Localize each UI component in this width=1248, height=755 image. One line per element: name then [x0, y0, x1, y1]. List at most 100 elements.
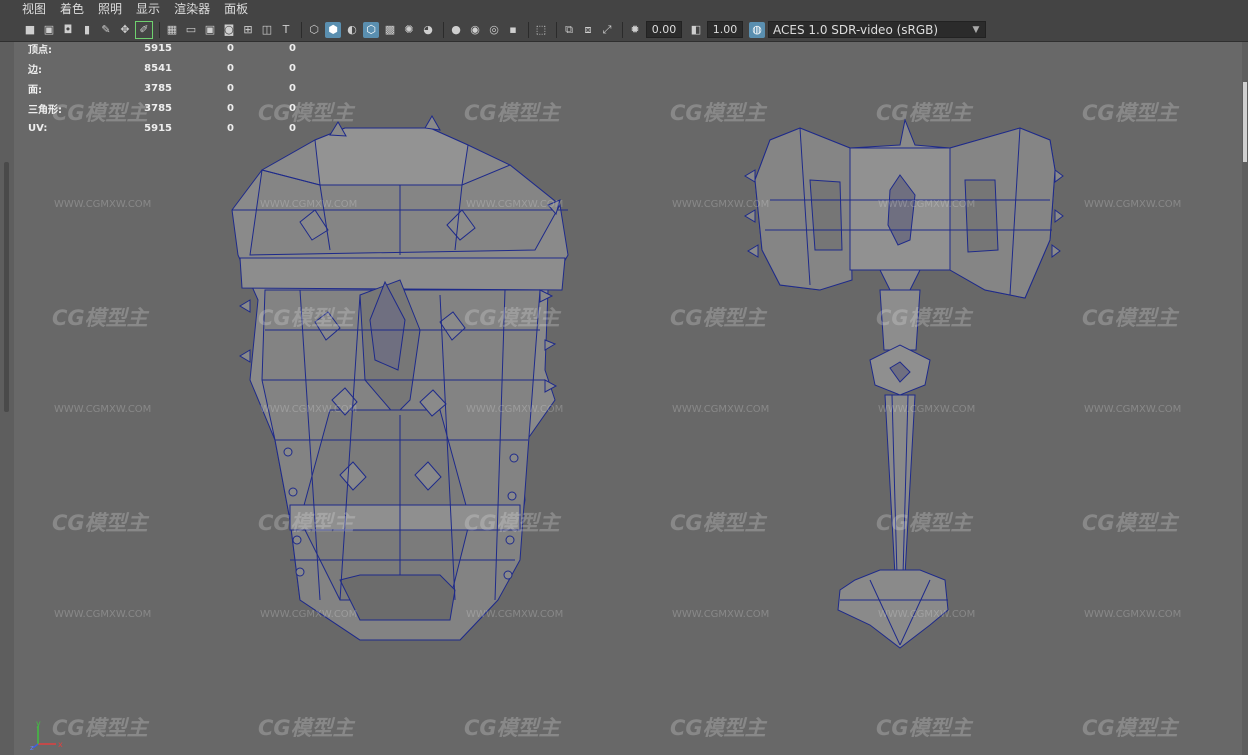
select-camera-icon[interactable]: ✥	[117, 22, 133, 38]
hud-value: 5915	[144, 42, 172, 54]
menu-lighting[interactable]: 照明	[91, 0, 129, 18]
toolbar-separator	[159, 21, 160, 38]
hud-row-faces: 面: 3785 0 0	[28, 78, 296, 98]
color-space-dropdown[interactable]: ACES 1.0 SDR-video (sRGB) ▼	[768, 21, 986, 38]
watermark-url: WWW.CGMXW.COM	[878, 199, 976, 210]
pencil-icon[interactable]: ✎	[98, 22, 114, 38]
watermark-url: WWW.CGMXW.COM	[54, 199, 152, 210]
hud-value: 0	[289, 42, 296, 54]
xray-icon[interactable]: ▩	[382, 22, 398, 38]
motion-blur-icon[interactable]: ◉	[467, 22, 483, 38]
color-space-label: ACES 1.0 SDR-video (sRGB)	[773, 22, 939, 37]
left-panel-edge	[0, 42, 14, 755]
antialias-icon[interactable]: ◎	[486, 22, 502, 38]
hud-label: 边:	[28, 64, 42, 76]
gamma-icon[interactable]: ◧	[688, 22, 704, 38]
bookmark-icon[interactable]: ▮	[79, 22, 95, 38]
watermark-logo: CG模型主	[876, 716, 972, 740]
menu-renderer[interactable]: 渲染器	[167, 0, 217, 18]
hud-value: 0	[289, 62, 296, 74]
chevron-down-icon: ▼	[972, 24, 980, 35]
watermark-url: WWW.CGMXW.COM	[260, 199, 358, 210]
grease-pencil-icon[interactable]: ✐	[135, 20, 153, 39]
watermark-logo: CG模型主	[876, 306, 972, 330]
wireframe-on-shaded-icon[interactable]: ⬡	[363, 21, 379, 38]
watermark-url: WWW.CGMXW.COM	[1084, 404, 1182, 415]
hud-value: 0	[289, 82, 296, 94]
axis-z-label: z	[30, 744, 34, 750]
panel-layout-icon[interactable]: ⧉	[561, 22, 577, 38]
hud-value: 0	[227, 82, 234, 94]
menu-shading[interactable]: 着色	[53, 0, 91, 18]
text-icon[interactable]: T	[278, 22, 294, 38]
ambient-occlusion-icon[interactable]: ●	[448, 22, 464, 38]
menu-view[interactable]: 视图	[0, 0, 53, 18]
scroll-handle[interactable]	[4, 162, 9, 412]
watermark-logo: CG模型主	[258, 511, 354, 535]
toolbar-separator	[622, 21, 623, 38]
model-canvas	[231, 115, 1064, 649]
hud-value: 0	[227, 42, 234, 54]
axis-gizmo: x y z	[30, 720, 63, 750]
watermark-url: WWW.CGMXW.COM	[672, 404, 770, 415]
hud-label: 面:	[28, 84, 42, 96]
watermark-logo: CG模型主	[52, 101, 148, 125]
watermark-logo: CG模型主	[258, 716, 354, 740]
smooth-shade-icon[interactable]: ⬢	[325, 21, 341, 38]
watermark-logo: CG模型主	[464, 306, 560, 330]
watermark-logo: CG模型主	[52, 306, 148, 330]
panel-layout2-icon[interactable]: ⧈	[580, 22, 596, 38]
watermark-url: WWW.CGMXW.COM	[466, 404, 564, 415]
hud-row-vertices: 顶点: 5915 0 0	[28, 38, 296, 58]
field-chart-icon[interactable]: ◙	[221, 22, 237, 38]
field-chart2-icon[interactable]: ⊞	[240, 22, 256, 38]
film-gate-icon[interactable]: ◘	[60, 22, 76, 38]
watermark-url: WWW.CGMXW.COM	[672, 199, 770, 210]
hud-row-edges: 边: 8541 0 0	[28, 58, 296, 78]
grid-icon[interactable]: ▦	[164, 22, 180, 38]
select-highlight-icon[interactable]: ⬚	[533, 22, 549, 38]
watermark-url: WWW.CGMXW.COM	[1084, 609, 1182, 620]
right-scrollbar[interactable]	[1242, 42, 1248, 755]
hud-value: 0	[227, 102, 234, 114]
watermark-url: WWW.CGMXW.COM	[466, 609, 564, 620]
watermark-url: WWW.CGMXW.COM	[878, 404, 976, 415]
wireframe-icon[interactable]: ⬡	[306, 22, 322, 38]
shield-mesh[interactable]	[231, 115, 569, 641]
watermark-url: WWW.CGMXW.COM	[54, 609, 152, 620]
exposure-icon[interactable]: ✹	[627, 22, 643, 38]
watermark-logo: CG模型主	[670, 511, 766, 535]
axis-x-label: x	[58, 740, 63, 749]
color-mgmt-icon[interactable]: ◍	[749, 21, 765, 38]
watermark-logo: CG模型主	[464, 716, 560, 740]
safe-action-icon[interactable]: ▣	[202, 22, 218, 38]
watermark-logo: CG模型主	[876, 511, 972, 535]
exposure-field[interactable]: 0.00	[646, 21, 682, 38]
camera-icon[interactable]: ■	[22, 22, 38, 38]
toolbar-separator	[528, 21, 529, 38]
hud-value: 0	[227, 122, 234, 134]
isolate-select-icon[interactable]: ◫	[259, 22, 275, 38]
resolution-gate-icon[interactable]: ▭	[183, 22, 199, 38]
watermark-logo: CG模型主	[876, 101, 972, 125]
menu-panels[interactable]: 面板	[217, 0, 255, 18]
watermark-logo: CG模型主	[1082, 511, 1178, 535]
menu-show[interactable]: 显示	[129, 0, 167, 18]
watermark-url: WWW.CGMXW.COM	[878, 609, 976, 620]
gamma-field[interactable]: 1.00	[707, 21, 743, 38]
shadows-icon[interactable]: ◕	[420, 22, 436, 38]
3d-viewport[interactable]: 顶点: 5915 0 0 边: 8541 0 0 面: 3785 0 0 三角形…	[14, 42, 1242, 755]
watermark-logo: CG模型主	[670, 716, 766, 740]
watermark-logo: CG模型主	[1082, 306, 1178, 330]
frame-all-icon[interactable]: ⤢	[599, 22, 615, 38]
watermark-logo: CG模型主	[670, 101, 766, 125]
camera-lock-icon[interactable]: ▣	[41, 22, 57, 38]
hud-value: 0	[227, 62, 234, 74]
depth-of-field-icon[interactable]: ▪	[505, 22, 521, 38]
watermark-url: WWW.CGMXW.COM	[1084, 199, 1182, 210]
hud-value: 3785	[144, 82, 172, 94]
default-material-icon[interactable]: ◐	[344, 22, 360, 38]
watermark-url: WWW.CGMXW.COM	[466, 199, 564, 210]
scroll-handle[interactable]	[1243, 82, 1247, 162]
lights-icon[interactable]: ✺	[401, 22, 417, 38]
